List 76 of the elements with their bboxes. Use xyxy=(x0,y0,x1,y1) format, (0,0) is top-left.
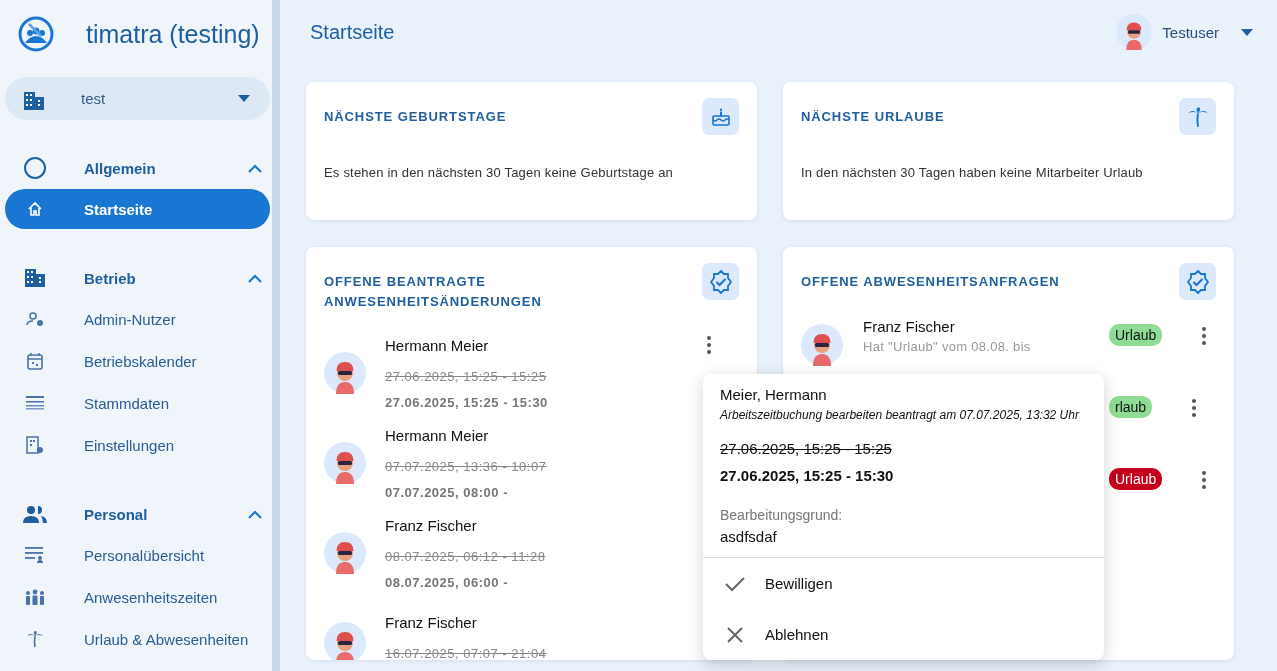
nav-section-header[interactable]: Allgemein xyxy=(0,148,272,188)
status-tag: Urlaub xyxy=(1109,468,1163,490)
avatar xyxy=(324,442,366,484)
status-tag: rlaub xyxy=(1109,396,1153,418)
people-icon xyxy=(23,504,47,524)
page-title: Startseite xyxy=(310,20,396,44)
nav-item[interactable]: Stammdaten xyxy=(5,383,270,423)
check-icon xyxy=(725,575,745,592)
reason-label: Bearbeitungsgrund: xyxy=(720,507,843,523)
status-tag: Urlaub xyxy=(1109,324,1163,346)
new-time-range: 08.07.2025, 06:00 - xyxy=(385,574,508,590)
verified-icon xyxy=(708,269,733,294)
circle-icon xyxy=(23,156,47,180)
verified-icon xyxy=(1185,269,1210,294)
nav-item[interactable]: Anwesenheitszeiten xyxy=(5,577,270,617)
employee-name: Franz Fischer xyxy=(385,614,477,631)
old-time-range: 16.07.2025, 07:07 - 21:04 xyxy=(385,646,547,660)
employee-name: Hermann Meier xyxy=(385,336,489,354)
building-icon xyxy=(24,267,46,289)
employee-name: Franz Fischer xyxy=(863,318,956,335)
employee-name: Hermann Meier xyxy=(385,426,489,444)
avatar xyxy=(324,352,366,394)
group-icon xyxy=(24,589,46,605)
user-menu-icon[interactable] xyxy=(1241,28,1253,36)
old-time-range: 07.07.2025, 13:36 - 10:07 xyxy=(385,458,547,474)
calendar-icon xyxy=(27,352,43,370)
organization-select[interactable]: test xyxy=(5,77,270,120)
collapse-icon[interactable] xyxy=(248,163,262,173)
close-icon xyxy=(727,626,743,643)
new-time-range: 27.06.2025, 15:25 - 15:30 xyxy=(720,467,894,484)
old-time-range: 27.06.2025, 15:25 - 15:25 xyxy=(385,368,547,384)
new-time-range: 07.07.2025, 08:00 - xyxy=(385,484,508,500)
dropdown-icon[interactable] xyxy=(238,95,250,102)
list-person-icon xyxy=(25,547,45,563)
more-options-icon[interactable] xyxy=(1192,399,1197,417)
nav-item[interactable]: Startseite xyxy=(5,189,270,229)
avatar xyxy=(1116,14,1153,50)
menu-item[interactable]: Ablehnen xyxy=(703,609,1104,660)
palm-tree-icon xyxy=(1186,105,1209,128)
menu-item[interactable]: Bewilligen xyxy=(703,558,1104,609)
user-name[interactable]: Testuser xyxy=(1162,23,1219,41)
collapse-icon[interactable] xyxy=(248,273,262,283)
nav-section-header[interactable]: Personal xyxy=(0,494,272,534)
reason-text: asdfsdaf xyxy=(720,528,777,545)
request-description: Arbeitszeitbuchung bearbeiten beantragt am 07.07.2025, 13:32 Uhr xyxy=(720,408,1079,422)
empty-message: In den nächsten 30 Tagen haben keine Mitarbeiter Urlaub xyxy=(800,164,1144,180)
card-title: OFFENE ABWESENHEITSANFRAGEN xyxy=(801,273,1060,291)
avatar xyxy=(801,324,843,366)
logo-icon xyxy=(18,16,54,52)
card-title: NÄCHSTE URLAUBE xyxy=(801,108,945,126)
table-icon xyxy=(26,396,44,410)
new-time-range: 27.06.2025, 15:25 - 15:30 xyxy=(385,394,548,410)
app-title: timatra (testing) xyxy=(86,19,260,49)
more-options-icon[interactable] xyxy=(1202,327,1207,345)
card-title: NÄCHSTE GEBURTSTAGE xyxy=(324,108,507,126)
home-icon xyxy=(27,201,43,217)
collapse-icon[interactable] xyxy=(248,509,262,519)
nav-item[interactable]: Personalübersicht xyxy=(5,535,270,575)
nav-item[interactable]: Urlaub & Abwesenheiten xyxy=(5,619,270,659)
avatar xyxy=(324,622,366,660)
more-options-icon[interactable] xyxy=(1202,471,1207,489)
request-text: Hat "Urlaub" vom 08.08. bis xyxy=(863,339,1032,354)
employee-name: Meier, Hermann xyxy=(720,386,827,403)
employee-name: Franz Fischer xyxy=(385,516,477,534)
old-time-range: 08.07.2025, 06:12 - 11:28 xyxy=(385,548,546,564)
building-icon xyxy=(23,89,45,112)
old-time-range: 27.06.2025, 15:25 - 15:25 xyxy=(720,440,892,457)
nav-item[interactable]: Betriebskalender xyxy=(5,341,270,381)
avatar xyxy=(324,532,366,574)
card-title: OFFENE BEANTRAGTE ANWESENHEITSÄNDERUNGEN xyxy=(324,273,543,311)
nav-item[interactable]: Admin-Nutzer xyxy=(5,299,270,339)
empty-message: Es stehen in den nächsten 30 Tagen keine Geburtstage an xyxy=(323,164,674,180)
nav-item[interactable]: Einstellungen xyxy=(5,425,270,465)
more-options-icon[interactable] xyxy=(707,336,711,354)
palm-tree-icon xyxy=(26,630,44,648)
nav-section-header[interactable]: Betrieb xyxy=(0,258,272,298)
